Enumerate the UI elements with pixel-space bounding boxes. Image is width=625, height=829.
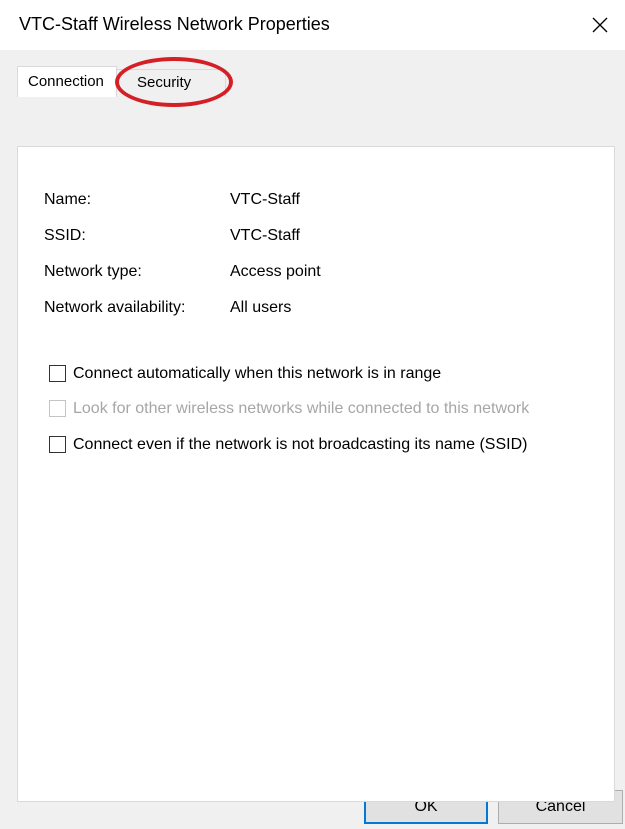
info-row-name: Name: VTC-Staff [44,189,444,211]
info-label: Network availability: [44,299,186,316]
connect-automatically-checkbox[interactable] [49,365,66,382]
connection-tab-panel: Name: VTC-Staff SSID: VTC-Staff Network … [17,146,615,802]
title-bar: VTC-Staff Wireless Network Properties [0,0,625,50]
connect-even-if-hidden-option[interactable]: Connect even if the network is not broad… [49,434,599,456]
info-label: SSID: [44,227,86,244]
connect-automatically-option[interactable]: Connect automatically when this network … [49,363,589,385]
info-label: Network type: [44,263,142,280]
tab-connection[interactable]: Connection [17,66,117,97]
info-row-network-availability: Network availability: All users [44,297,444,319]
dialog-body: Connection Security Name: VTC-Staff SSID… [0,50,625,829]
window-title: VTC-Staff Wireless Network Properties [19,14,330,34]
tab-connection-label: Connection [28,73,104,90]
close-icon [592,17,608,33]
connect-even-if-hidden-checkbox[interactable] [49,436,66,453]
close-button[interactable] [581,6,619,44]
info-value: Access point [230,263,321,280]
info-value: All users [230,299,292,316]
look-for-other-networks-checkbox [49,400,66,417]
connect-automatically-label: Connect automatically when this network … [73,365,442,382]
info-label: Name: [44,191,92,208]
info-row-ssid: SSID: VTC-Staff [44,225,444,247]
look-for-other-networks-option: Look for other wireless networks while c… [49,398,609,420]
tab-security[interactable]: Security [116,69,226,97]
tab-security-label: Security [137,74,192,91]
info-value: VTC-Staff [230,227,300,244]
look-for-other-networks-label: Look for other wireless networks while c… [73,400,530,417]
info-value: VTC-Staff [230,191,300,208]
connect-even-if-hidden-label: Connect even if the network is not broad… [73,436,528,453]
info-row-network-type: Network type: Access point [44,261,444,283]
